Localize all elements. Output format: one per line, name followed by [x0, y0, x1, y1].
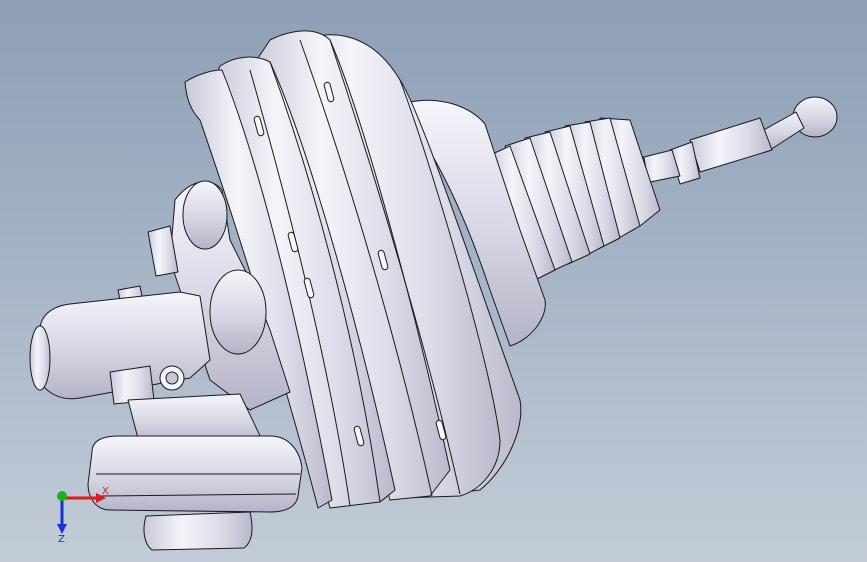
reservoir-cap [143, 511, 253, 551]
y-axis-icon [57, 491, 67, 501]
z-axis-arrow-icon [57, 524, 67, 534]
graphics-viewport[interactable]: X Z [0, 0, 867, 562]
z-axis-label: Z [58, 534, 65, 544]
x-axis-label: X [102, 486, 109, 497]
brake-booster-model[interactable] [0, 0, 867, 562]
coordinate-triad: X Z [57, 486, 109, 544]
flange-boss [182, 180, 228, 250]
